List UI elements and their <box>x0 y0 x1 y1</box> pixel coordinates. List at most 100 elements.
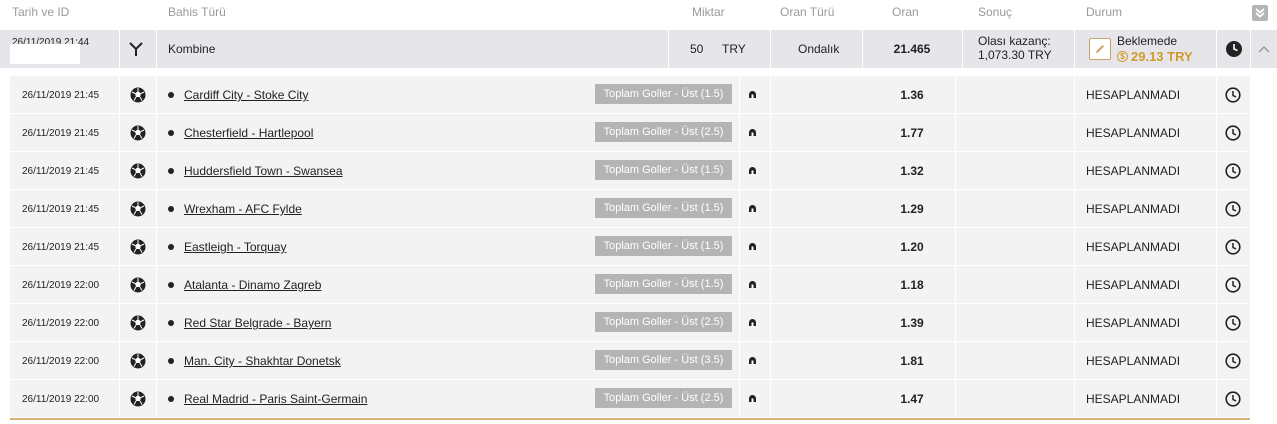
info-icon[interactable] <box>748 204 757 213</box>
expand-all-button[interactable] <box>1252 5 1268 21</box>
bullet-icon <box>168 320 174 326</box>
selection-market-badge: Toplam Goller - Üst (1.5) <box>595 274 732 294</box>
selection-status: HESAPLANMADI <box>1086 88 1181 102</box>
pending-clock-icon <box>1225 30 1243 68</box>
info-icon[interactable] <box>748 394 757 403</box>
info-icon[interactable] <box>748 242 757 251</box>
selections-list: 26/11/2019 21:45 Cardiff City - Stoke Ci… <box>10 76 1250 420</box>
selection-market-badge: Toplam Goller - Üst (1.5) <box>595 160 732 180</box>
selection-datetime: 26/11/2019 21:45 <box>22 127 100 139</box>
clock-icon <box>1225 391 1241 407</box>
selection-market-badge: Toplam Goller - Üst (1.5) <box>595 84 732 104</box>
status-box: Beklemede $ 29.13 TRY <box>1084 32 1214 66</box>
selection-market-badge: Toplam Goller - Üst (2.5) <box>595 312 732 332</box>
info-icon[interactable] <box>748 128 757 137</box>
header-result: Sonuç <box>978 5 1013 19</box>
football-icon <box>130 239 146 255</box>
selection-datetime: 26/11/2019 21:45 <box>22 203 100 215</box>
football-icon <box>130 315 146 331</box>
clock-icon <box>1225 201 1241 217</box>
bullet-icon <box>168 358 174 364</box>
selection-odds: 1.32 <box>900 164 924 178</box>
selection-match-link[interactable]: Wrexham - AFC Fylde <box>184 190 302 228</box>
table-header: Tarih ve ID Bahis Türü Miktar Oran Türü … <box>0 0 1277 30</box>
collapse-button[interactable] <box>1258 30 1270 68</box>
selection-row: 26/11/2019 21:45 Cardiff City - Stoke Ci… <box>10 76 1250 114</box>
selection-odds: 1.39 <box>900 316 924 330</box>
bullet-icon <box>168 92 174 98</box>
selection-match-link[interactable]: Huddersfield Town - Swansea <box>184 152 343 190</box>
selection-row: 26/11/2019 21:45 Eastleigh - Torquay Top… <box>10 228 1250 266</box>
selection-status: HESAPLANMADI <box>1086 202 1181 216</box>
selection-odds: 1.77 <box>900 126 924 140</box>
pencil-icon <box>1096 45 1104 53</box>
bullet-icon <box>168 168 174 174</box>
selection-datetime: 26/11/2019 22:00 <box>22 393 100 405</box>
bet-summary-row[interactable]: 26/11/2019 21:44 Kombine 50 TRY Ondalık … <box>0 30 1277 68</box>
clock-icon <box>1225 87 1241 103</box>
selection-status: HESAPLANMADI <box>1086 240 1181 254</box>
selection-status: HESAPLANMADI <box>1086 164 1181 178</box>
info-icon[interactable] <box>748 90 757 99</box>
clock-icon <box>1225 125 1241 141</box>
selection-status: HESAPLANMADI <box>1086 354 1181 368</box>
selection-market-badge: Toplam Goller - Üst (3.5) <box>595 350 732 370</box>
potential-win-value: 1,073.30 TRY <box>978 48 1052 62</box>
selection-datetime: 26/11/2019 22:00 <box>22 279 100 291</box>
football-icon <box>130 277 146 293</box>
info-icon[interactable] <box>748 318 757 327</box>
selection-match-link[interactable]: Cardiff City - Stoke City <box>184 76 308 114</box>
selection-market-badge: Toplam Goller - Üst (1.5) <box>595 198 732 218</box>
bet-currency: TRY <box>722 42 746 56</box>
selection-row: 26/11/2019 22:00 Red Star Belgrade - Bay… <box>10 304 1250 342</box>
selection-match-link[interactable]: Red Star Belgrade - Bayern <box>184 304 331 342</box>
header-amount: Miktar <box>692 5 725 19</box>
football-icon <box>130 87 146 103</box>
info-icon[interactable] <box>748 356 757 365</box>
clock-icon <box>1225 315 1241 331</box>
selection-market-badge: Toplam Goller - Üst (2.5) <box>595 122 732 142</box>
selection-row: 26/11/2019 22:00 Man. City - Shakhtar Do… <box>10 342 1250 380</box>
selection-datetime: 26/11/2019 22:00 <box>22 317 100 329</box>
selection-datetime: 26/11/2019 21:45 <box>22 241 100 253</box>
football-icon <box>130 353 146 369</box>
selection-match-link[interactable]: Real Madrid - Paris Saint-Germain <box>184 380 367 418</box>
bet-total-odds: 21.465 <box>893 42 931 56</box>
selection-row: 26/11/2019 22:00 Real Madrid - Paris Sai… <box>10 380 1250 418</box>
bet-id-field <box>10 44 80 64</box>
selection-market-badge: Toplam Goller - Üst (1.5) <box>595 236 732 256</box>
clock-icon <box>1225 239 1241 255</box>
selection-row: 26/11/2019 21:45 Huddersfield Town - Swa… <box>10 152 1250 190</box>
chevron-up-icon <box>1258 46 1270 53</box>
bet-amount: 50 <box>690 42 704 56</box>
selection-match-link[interactable]: Chesterfield - Hartlepool <box>184 114 313 152</box>
header-odds-type: Oran Türü <box>780 5 835 19</box>
header-bet-type: Bahis Türü <box>168 5 226 19</box>
selection-row: 26/11/2019 21:45 Wrexham - AFC Fylde Top… <box>10 190 1250 228</box>
double-chevron-down-icon <box>1255 8 1265 18</box>
bet-type: Kombine <box>168 42 216 56</box>
selection-status: HESAPLANMADI <box>1086 392 1181 406</box>
selection-status: HESAPLANMADI <box>1086 316 1181 330</box>
selection-match-link[interactable]: Eastleigh - Torquay <box>184 228 287 266</box>
potential-win: Olası kazanç: 1,073.30 TRY <box>978 34 1052 62</box>
selection-row: 26/11/2019 22:00 Atalanta - Dinamo Zagre… <box>10 266 1250 304</box>
header-odds: Oran <box>892 5 919 19</box>
clock-icon <box>1225 163 1241 179</box>
selection-match-link[interactable]: Atalanta - Dinamo Zagreb <box>184 266 321 304</box>
selection-odds: 1.20 <box>900 240 924 254</box>
selection-datetime: 26/11/2019 21:45 <box>22 165 100 177</box>
selection-match-link[interactable]: Man. City - Shakhtar Donetsk <box>184 342 341 380</box>
selection-datetime: 26/11/2019 21:45 <box>22 89 100 101</box>
selection-market-badge: Toplam Goller - Üst (2.5) <box>595 388 732 408</box>
clock-icon <box>1225 353 1241 369</box>
info-icon[interactable] <box>748 280 757 289</box>
edit-button[interactable] <box>1089 38 1111 60</box>
status-amount-value: 29.13 TRY <box>1131 49 1193 64</box>
selection-odds: 1.47 <box>900 392 924 406</box>
bullet-icon <box>168 206 174 212</box>
info-icon[interactable] <box>748 166 757 175</box>
coin-icon: $ <box>1117 51 1128 62</box>
football-icon <box>130 125 146 141</box>
selection-odds: 1.36 <box>900 88 924 102</box>
